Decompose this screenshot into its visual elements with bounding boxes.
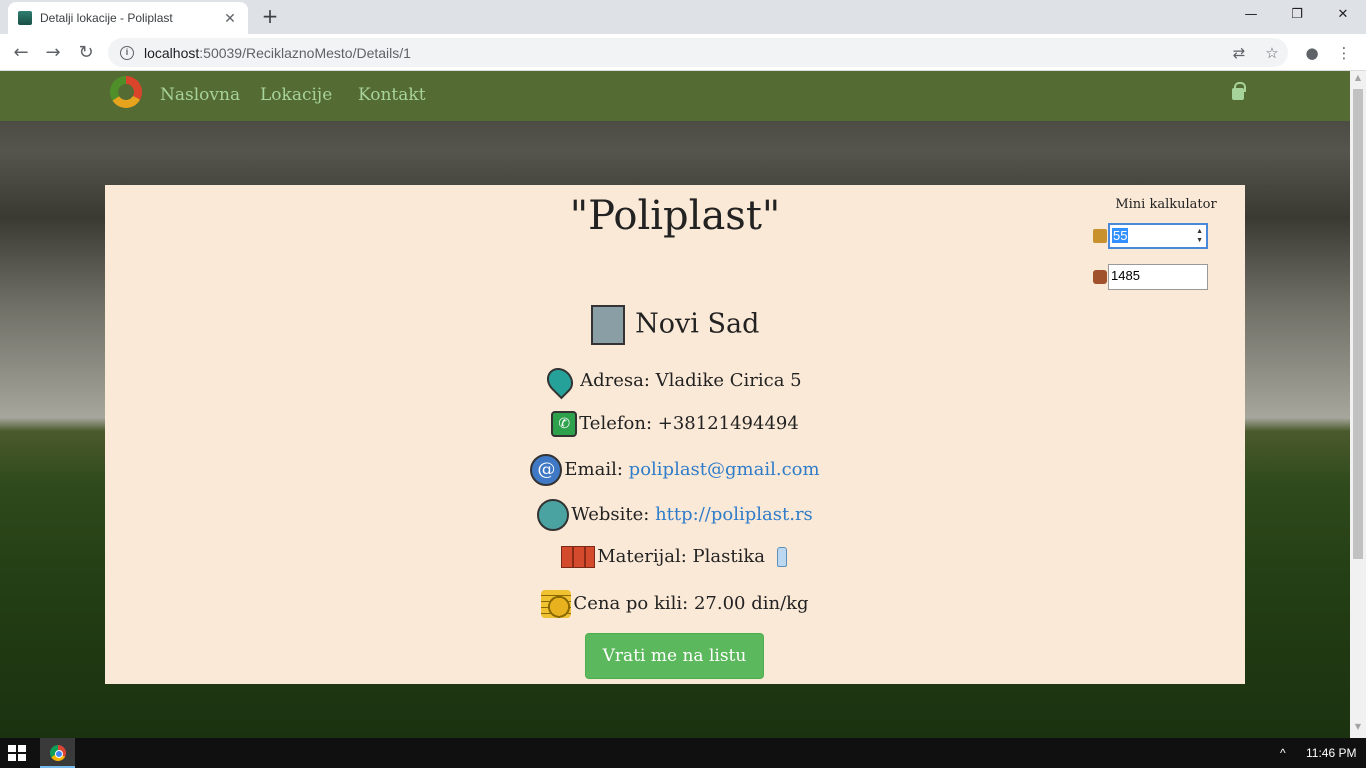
phone-icon: ✆ [551, 411, 578, 437]
windows-taskbar: ^ 11:46 PM [0, 738, 1366, 768]
weight-value: 55 [1112, 228, 1129, 243]
maximize-button[interactable]: ❐ [1274, 0, 1320, 30]
recycle-logo-icon[interactable] [110, 76, 142, 108]
address-bar[interactable]: i localhost:50039/ReciklaznoMesto/Detail… [108, 38, 1288, 67]
reload-icon[interactable]: ↻ [73, 40, 99, 66]
taskbar-clock[interactable]: 11:46 PM [1306, 738, 1356, 768]
account-icon[interactable]: ● [1301, 42, 1323, 64]
scroll-up-arrow-icon[interactable]: ▲ [1350, 73, 1366, 87]
tab-title: Detalji lokacije - Poliplast [40, 11, 173, 25]
taskbar-chrome-button[interactable] [40, 738, 75, 768]
chrome-icon [50, 745, 66, 761]
browser-tabstrip: Detalji lokacije - Poliplast ✕ + — ❐ ✕ [0, 0, 1366, 34]
number-spinner[interactable]: ▲ ▼ [1196, 227, 1203, 245]
globe-icon [537, 499, 570, 531]
nav-link-naslovna[interactable]: Naslovna [160, 85, 240, 105]
total-input[interactable]: 1485 [1108, 264, 1208, 290]
address-label: Adresa: [580, 370, 650, 391]
back-to-list-button[interactable]: Vrati me na listu [585, 633, 764, 679]
lock-icon[interactable] [1232, 82, 1246, 100]
site-navbar: Naslovna Lokacije Kontakt [0, 71, 1350, 121]
website-label: Website: [571, 504, 650, 525]
bricks-icon [561, 546, 596, 568]
material-line: Materijal: Plastika [105, 546, 1245, 568]
tray-expand-icon[interactable]: ^ [1280, 738, 1286, 768]
browser-menu-icon[interactable]: ⋮ [1333, 42, 1355, 64]
translate-icon[interactable]: ⇄ [1228, 42, 1250, 64]
website-link[interactable]: http://poliplast.rs [655, 504, 813, 525]
weight-number-input[interactable]: 55 ▲ ▼ [1108, 223, 1208, 249]
minimize-button[interactable]: — [1228, 0, 1274, 30]
forward-arrow-icon[interactable]: → [40, 40, 66, 66]
phone-line: ✆ Telefon: +38121494494 [105, 411, 1245, 437]
price-value: 27.00 din/kg [693, 593, 809, 614]
scroll-down-arrow-icon[interactable]: ▼ [1350, 722, 1366, 736]
material-label: Materijal: [597, 546, 687, 567]
address-line: Adresa: Vladike Cirica 5 [105, 362, 1245, 400]
page-viewport: Naslovna Lokacije Kontakt "Poliplast" Mi… [0, 71, 1350, 738]
plastic-bottle-icon [776, 547, 787, 567]
address-value: Vladike Cirica 5 [655, 370, 802, 391]
url-host: localhost [144, 44, 200, 61]
url-path: :50039/ReciklaznoMesto/Details/1 [199, 44, 411, 61]
email-link[interactable]: poliplast@gmail.com [629, 459, 820, 480]
browser-toolbar: ← → ↻ i localhost:50039/ReciklaznoMesto/… [0, 34, 1366, 71]
recycle-bin-favicon-icon [18, 11, 32, 25]
scale-icon [1093, 229, 1107, 243]
phone-label: Telefon: [579, 413, 653, 434]
building-icon [590, 305, 625, 345]
details-panel: "Poliplast" Mini kalkulator 55 ▲ ▼ 1485 N… [105, 185, 1245, 684]
coins-icon [541, 590, 572, 618]
nav-link-kontakt[interactable]: Kontakt [358, 85, 426, 105]
calculator-total-row: 1485 [1093, 264, 1211, 290]
info-icon[interactable]: i [120, 45, 134, 60]
phone-value: +38121494494 [657, 413, 799, 434]
price-label: Cena po kili: [573, 593, 689, 614]
city-line: Novi Sad [105, 305, 1245, 345]
browser-tab[interactable]: Detalji lokacije - Poliplast ✕ [8, 2, 248, 34]
scrollbar-thumb[interactable] [1353, 89, 1363, 559]
nav-link-lokacije[interactable]: Lokacije [260, 85, 332, 105]
price-line: Cena po kili: 27.00 din/kg [105, 590, 1245, 618]
page-scrollbar[interactable]: ▲ ▼ [1350, 71, 1366, 738]
website-line: Website: http://poliplast.rs [105, 499, 1245, 531]
window-close-button[interactable]: ✕ [1320, 0, 1366, 30]
back-arrow-icon[interactable]: ← [8, 40, 34, 66]
at-sign-icon: @ [530, 454, 563, 486]
calculator-title: Mini kalkulator [1115, 197, 1217, 212]
bookmark-star-icon[interactable]: ☆ [1261, 42, 1283, 64]
calculator-weight-row: 55 ▲ ▼ [1093, 223, 1211, 249]
money-bag-icon [1093, 270, 1107, 284]
email-label: Email: [564, 459, 623, 480]
page-title: "Poliplast" [569, 193, 781, 239]
new-tab-button[interactable]: + [259, 6, 281, 28]
email-line: @ Email: poliplast@gmail.com [105, 454, 1245, 486]
mini-calculator: Mini kalkulator [1091, 197, 1221, 212]
city-name: Novi Sad [635, 308, 760, 340]
tab-close-icon[interactable]: ✕ [222, 10, 238, 27]
location-pin-icon [542, 362, 579, 400]
material-value: Plastika [692, 546, 765, 567]
windows-start-icon[interactable] [8, 745, 26, 761]
